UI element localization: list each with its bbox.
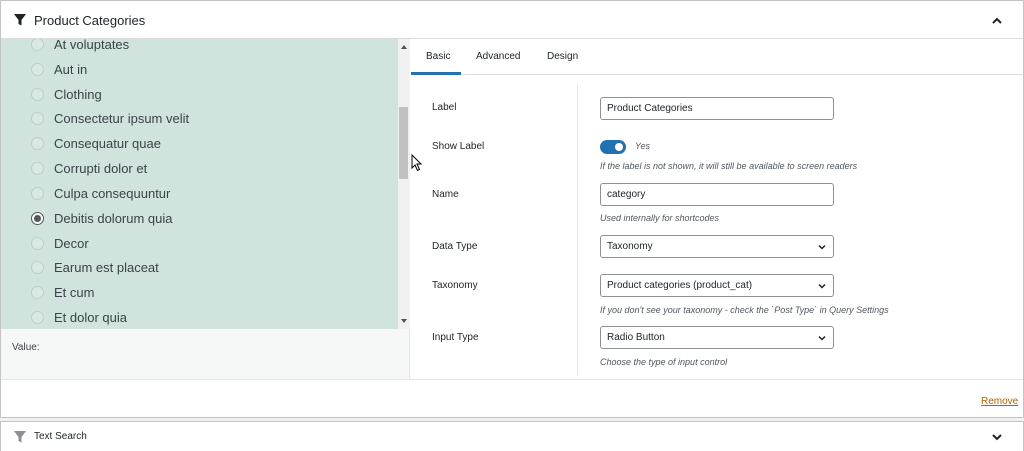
category-radio-list: At voluptates Aut in Clothing Consectetu… bbox=[1, 39, 398, 329]
input-type-select[interactable]: Radio Button bbox=[600, 326, 834, 349]
name-help: Used internally for shortcodes bbox=[600, 213, 720, 223]
product-categories-panel: Product Categories At voluptates Aut in … bbox=[0, 0, 1024, 418]
scroll-up-arrow-icon[interactable] bbox=[398, 41, 410, 53]
tab-design[interactable]: Design bbox=[547, 51, 578, 62]
settings-tabs: Basic Advanced Design bbox=[411, 39, 1023, 75]
funnel-icon bbox=[14, 14, 26, 26]
list-item[interactable]: Aut in bbox=[31, 59, 87, 79]
show-label-toggle[interactable] bbox=[600, 140, 626, 154]
label-field-label: Label bbox=[432, 102, 457, 113]
preview-column: At voluptates Aut in Clothing Consectetu… bbox=[1, 39, 410, 379]
list-item[interactable]: Clothing bbox=[31, 84, 102, 104]
taxonomy-field-label: Taxonomy bbox=[432, 280, 478, 291]
list-item[interactable]: Et dolor quia bbox=[31, 307, 127, 327]
list-item[interactable]: At voluptates bbox=[31, 39, 129, 54]
input-type-field-label: Input Type bbox=[432, 332, 479, 343]
column-divider bbox=[577, 85, 578, 375]
chevron-down-icon bbox=[818, 335, 826, 341]
taxonomy-select[interactable]: Product categories (product_cat) bbox=[600, 274, 834, 297]
data-type-field-label: Data Type bbox=[432, 241, 478, 252]
name-input[interactable]: category bbox=[600, 183, 834, 206]
radio-button[interactable] bbox=[31, 186, 44, 200]
panel-title: Product Categories bbox=[34, 13, 146, 28]
scroll-thumb[interactable] bbox=[399, 107, 408, 179]
data-type-value: Taxonomy bbox=[607, 241, 653, 252]
settings-column: Basic Advanced Design Label Product Cate… bbox=[411, 39, 1023, 379]
list-item[interactable]: Consectetur ipsum velit bbox=[31, 108, 189, 128]
list-scrollbar[interactable] bbox=[398, 39, 410, 329]
radio-button[interactable] bbox=[31, 285, 44, 299]
scroll-down-arrow-icon[interactable] bbox=[398, 315, 410, 327]
mouse-cursor-icon bbox=[411, 154, 423, 172]
list-item[interactable]: Decor bbox=[31, 233, 89, 253]
input-type-help: Choose the type of input control bbox=[600, 357, 728, 367]
input-type-value: Radio Button bbox=[607, 332, 665, 343]
name-field-label: Name bbox=[432, 189, 459, 200]
chevron-down-icon bbox=[818, 244, 826, 250]
list-item[interactable]: Et cum bbox=[31, 282, 94, 302]
chevron-down-icon[interactable] bbox=[989, 429, 1005, 445]
list-item[interactable]: Earum est placeat bbox=[31, 257, 159, 277]
radio-button[interactable] bbox=[31, 136, 44, 150]
radio-button[interactable] bbox=[31, 111, 44, 125]
taxonomy-value: Product categories (product_cat) bbox=[607, 280, 753, 291]
data-type-select[interactable]: Taxonomy bbox=[600, 235, 834, 258]
chevron-up-icon[interactable] bbox=[989, 13, 1005, 29]
value-label: Value: bbox=[12, 342, 40, 353]
list-item-selected[interactable]: Debitis dolorum quia bbox=[31, 208, 173, 228]
funnel-icon bbox=[14, 431, 26, 443]
label-input[interactable]: Product Categories bbox=[600, 97, 834, 120]
list-item[interactable]: Culpa consequuntur bbox=[31, 183, 170, 203]
panel-title: Text Search bbox=[34, 431, 87, 442]
radio-button[interactable] bbox=[31, 236, 44, 250]
panel-header[interactable]: Product Categories bbox=[1, 1, 1023, 39]
show-label-help: If the label is not shown, it will still… bbox=[600, 161, 858, 171]
radio-button[interactable] bbox=[31, 62, 44, 76]
radio-button[interactable] bbox=[31, 161, 44, 175]
list-item[interactable]: Consequatur quae bbox=[31, 133, 161, 153]
show-label-state: Yes bbox=[635, 141, 651, 151]
active-tab-indicator bbox=[411, 72, 461, 75]
panel-footer: Remove bbox=[1, 379, 1023, 417]
show-label-field-label: Show Label bbox=[432, 141, 485, 152]
text-search-panel[interactable]: Text Search bbox=[0, 421, 1024, 451]
list-item[interactable]: Corrupti dolor et bbox=[31, 158, 147, 178]
radio-button[interactable] bbox=[31, 260, 44, 274]
tab-basic[interactable]: Basic bbox=[426, 51, 450, 62]
remove-link[interactable]: Remove bbox=[981, 396, 1018, 407]
taxonomy-help: If you don't see your taxonomy - check t… bbox=[600, 305, 889, 315]
radio-button-checked[interactable] bbox=[31, 211, 44, 225]
radio-button[interactable] bbox=[31, 39, 44, 51]
chevron-down-icon bbox=[818, 283, 826, 289]
tab-advanced[interactable]: Advanced bbox=[476, 51, 520, 62]
radio-button[interactable] bbox=[31, 87, 44, 101]
radio-button[interactable] bbox=[31, 310, 44, 324]
